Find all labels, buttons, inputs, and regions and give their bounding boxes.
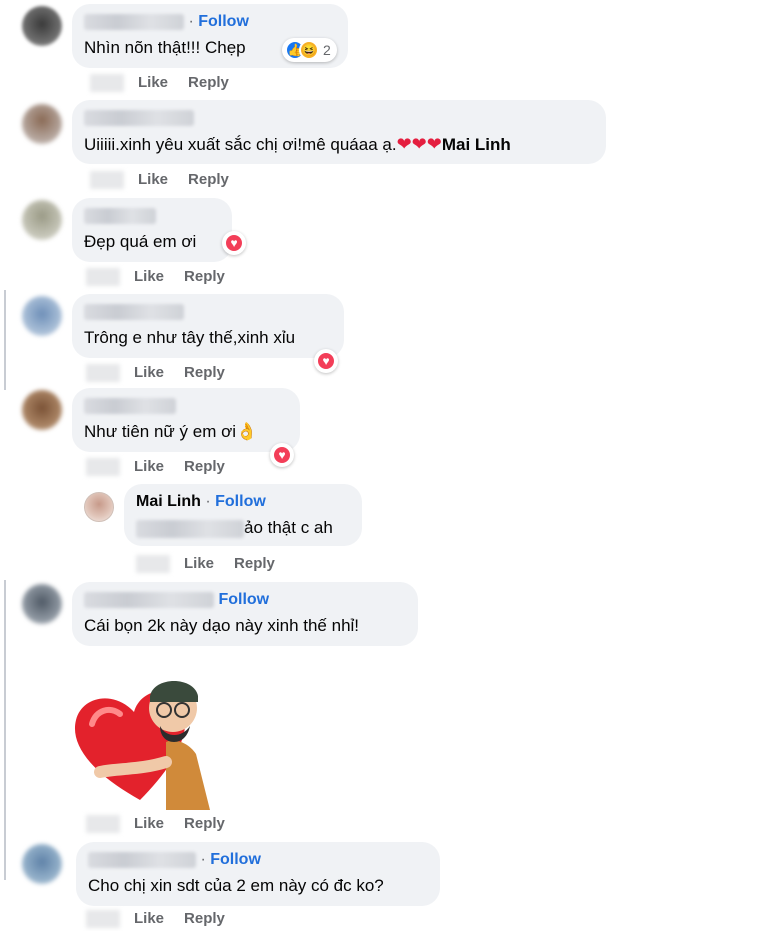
author-name[interactable]: Mai Linh (136, 493, 201, 510)
timestamp-blurred[interactable] (90, 74, 124, 93)
comment-bubble: Mai Linh · Follow ảo thật c ah (124, 484, 362, 546)
comment-actions: Like Reply (136, 555, 295, 574)
author-name-blurred[interactable] (84, 109, 194, 126)
reaction-summary[interactable]: ♥ (222, 231, 246, 255)
divider (4, 580, 6, 880)
avatar[interactable] (84, 492, 114, 522)
reply-button[interactable]: Reply (188, 74, 229, 91)
reaction-count: 2 (323, 42, 331, 58)
ok-hand-emoji: 👌 (236, 422, 258, 441)
comment-actions: Like Reply (90, 74, 249, 93)
reply-button[interactable]: Reply (184, 364, 225, 381)
avatar[interactable] (22, 104, 62, 144)
like-button[interactable]: Like (134, 910, 164, 927)
comment-text: Như tiên nữ ý em ơi (84, 422, 237, 441)
timestamp-blurred[interactable] (86, 458, 120, 477)
like-button[interactable]: Like (134, 268, 164, 285)
follow-button[interactable]: Follow (210, 851, 261, 868)
love-icon: ♥ (224, 233, 244, 253)
reply-button[interactable]: Reply (184, 268, 225, 285)
heart-emojis: ❤❤❤ (396, 134, 442, 154)
comment-bubble: Như tiên nữ ý em ơi👌 (72, 388, 300, 452)
comment-text: Trông e như tây thế,xinh xỉu (84, 328, 296, 347)
comment-bubble: · Follow Cho chị xin sdt của 2 em này có… (76, 842, 440, 906)
comment-actions: Like Reply (86, 268, 245, 287)
like-button[interactable]: Like (184, 555, 214, 572)
comment-text: Đẹp quá em ơi (84, 232, 197, 251)
comment-actions: Like Reply (86, 910, 245, 929)
avatar[interactable] (22, 844, 62, 884)
author-name-blurred[interactable] (84, 397, 176, 414)
follow-button[interactable]: Follow (218, 591, 269, 608)
love-icon: ♥ (316, 351, 336, 371)
reaction-summary[interactable]: ♥ (314, 349, 338, 373)
avatar[interactable] (22, 200, 62, 240)
timestamp-blurred[interactable] (90, 171, 124, 190)
comment-text: ảo thật c ah (244, 518, 333, 537)
reply-button[interactable]: Reply (234, 555, 275, 572)
comment-bubble: Đẹp quá em ơi (72, 198, 232, 262)
author-name-blurred[interactable] (84, 13, 184, 30)
reply-button[interactable]: Reply (184, 458, 225, 475)
reply-button[interactable]: Reply (188, 171, 229, 188)
avatar[interactable] (22, 584, 62, 624)
heart-hug-sticker (70, 672, 220, 812)
comment-actions: Like Reply (86, 458, 245, 477)
avatar[interactable] (22, 390, 62, 430)
comment-actions: Like Reply (90, 171, 249, 190)
comment-bubble: Uiiiii.xinh yêu xuất sắc chị ơi!mê quáaa… (72, 100, 606, 164)
avatar[interactable] (22, 296, 62, 336)
like-button[interactable]: Like (134, 458, 164, 475)
like-button[interactable]: Like (134, 364, 164, 381)
author-name-blurred[interactable] (88, 851, 196, 868)
comment-text: Cái bọn 2k này dạo này xinh thế nhỉ! (84, 616, 360, 635)
comment-actions: Like Reply (86, 364, 245, 383)
divider (4, 290, 6, 390)
like-button[interactable]: Like (134, 815, 164, 832)
like-button[interactable]: Like (138, 74, 168, 91)
reaction-summary[interactable]: 👍 😆 2 (282, 38, 337, 62)
avatar[interactable] (22, 6, 62, 46)
author-name-blurred[interactable] (84, 207, 156, 224)
timestamp-blurred[interactable] (86, 268, 120, 287)
comment-bubble: Follow Cái bọn 2k này dạo này xinh thế n… (72, 582, 418, 646)
comment-bubble: Trông e như tây thế,xinh xỉu (72, 294, 344, 358)
timestamp-blurred[interactable] (86, 815, 120, 834)
tagged-name-blurred[interactable] (136, 519, 244, 538)
follow-button[interactable]: Follow (198, 13, 249, 30)
comment-actions: Like Reply (86, 815, 245, 834)
timestamp-blurred[interactable] (86, 910, 120, 929)
author-name-blurred[interactable] (84, 591, 214, 608)
author-name-blurred[interactable] (84, 303, 184, 320)
reaction-summary[interactable]: ♥ (270, 443, 294, 467)
love-icon: ♥ (272, 445, 292, 465)
follow-button[interactable]: Follow (215, 493, 266, 510)
reply-button[interactable]: Reply (184, 910, 225, 927)
like-button[interactable]: Like (138, 171, 168, 188)
mention-link[interactable]: Mai Linh (442, 135, 511, 154)
reply-button[interactable]: Reply (184, 815, 225, 832)
timestamp-blurred[interactable] (86, 364, 120, 383)
comment-text: Uiiiii.xinh yêu xuất sắc chị ơi!mê quáaa… (84, 135, 397, 154)
comment-text: Cho chị xin sdt của 2 em này có đc ko? (88, 876, 384, 895)
haha-icon: 😆 (299, 40, 319, 60)
timestamp-blurred[interactable] (136, 555, 170, 574)
